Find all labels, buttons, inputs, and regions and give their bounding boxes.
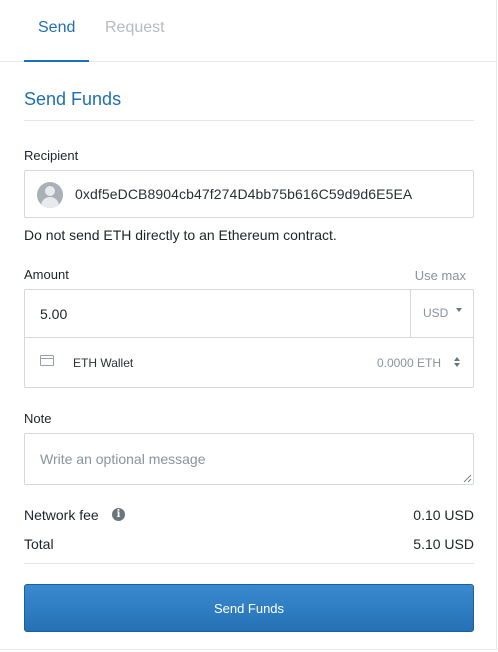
wallet-balance: 0.0000 ETH <box>376 356 441 370</box>
total-label: Total <box>24 536 54 552</box>
wallet-select[interactable]: ETH Wallet 0.0000 ETH <box>25 338 473 387</box>
network-fee-row: Network fee i 0.10 USD <box>24 507 474 525</box>
network-fee-label: Network fee <box>24 507 99 523</box>
currency-value: USD <box>423 306 449 320</box>
chevron-down-icon <box>456 308 462 312</box>
recipient-label: Recipient <box>24 148 79 163</box>
wallet-icon <box>40 355 54 366</box>
tab-request[interactable]: Request <box>105 19 165 37</box>
info-icon[interactable]: i <box>112 508 125 521</box>
tab-send[interactable]: Send <box>38 19 75 37</box>
up-down-chevron-icon <box>454 357 460 368</box>
amount-input[interactable] <box>25 290 410 337</box>
send-funds-button[interactable]: Send Funds <box>24 584 474 632</box>
divider <box>24 120 474 121</box>
network-fee-value: 0.10 USD <box>413 507 474 523</box>
use-max-link[interactable]: Use max <box>415 268 466 283</box>
total-row: Total 5.10 USD <box>24 536 474 554</box>
amount-label: Amount <box>24 267 69 282</box>
amount-group: USD ETH Wallet 0.0000 ETH <box>24 289 474 388</box>
wallet-name: ETH Wallet <box>73 356 134 370</box>
user-avatar-icon <box>37 182 63 208</box>
page-title: Send Funds <box>24 89 122 109</box>
note-input[interactable] <box>24 433 474 485</box>
recipient-address: 0xdf5eDCB8904cb47f274D4bb75b616C59d9d6E5… <box>75 186 413 202</box>
tab-bar: Send Request <box>0 0 497 62</box>
resize-grip-icon[interactable] <box>463 474 472 483</box>
currency-select[interactable]: USD <box>410 290 474 337</box>
recipient-field[interactable]: 0xdf5eDCB8904cb47f274D4bb75b616C59d9d6E5… <box>24 170 474 218</box>
note-label: Note <box>24 411 52 426</box>
active-tab-indicator <box>24 60 89 62</box>
divider <box>24 563 474 564</box>
contract-warning: Do not send ETH directly to an Ethereum … <box>24 227 337 243</box>
send-panel: Send Request Send Funds Recipient 0xdf5e… <box>0 0 497 650</box>
total-value: 5.10 USD <box>413 536 474 552</box>
